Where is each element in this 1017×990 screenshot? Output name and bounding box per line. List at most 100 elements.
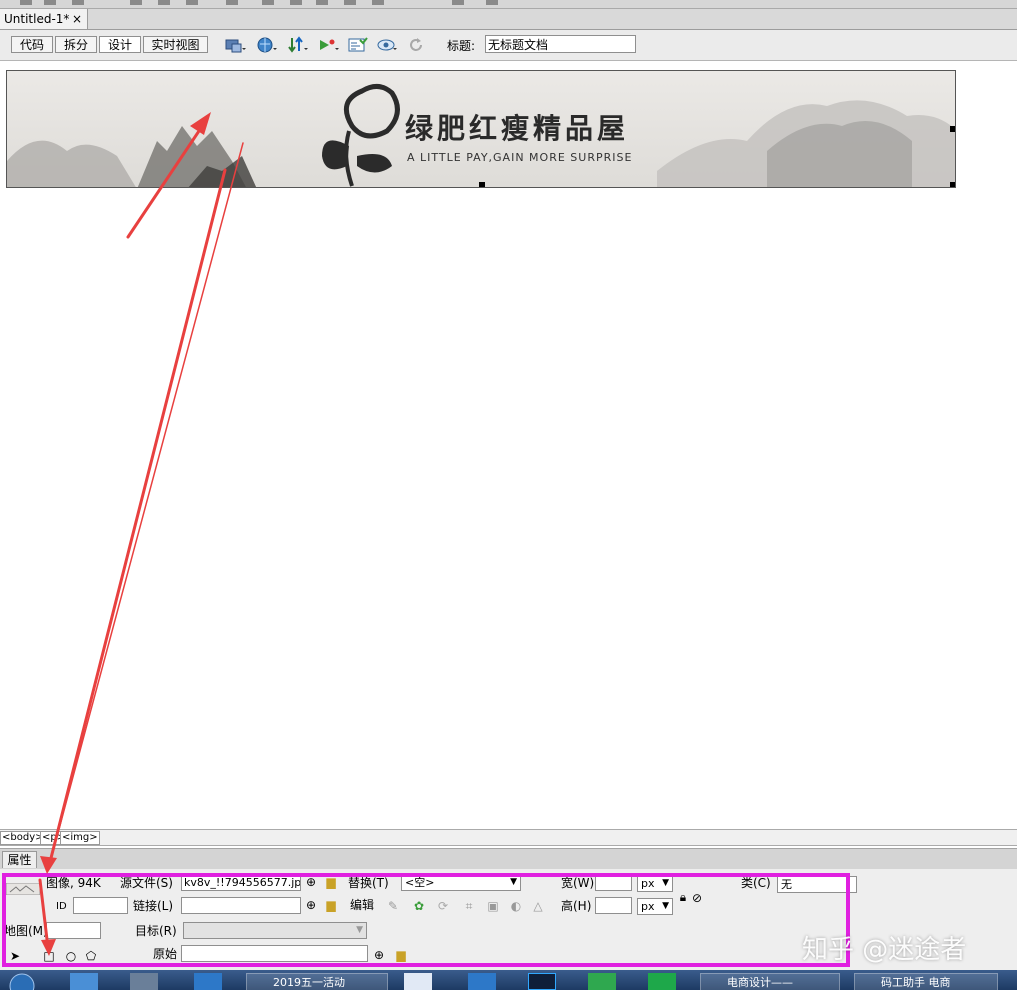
live-view-button[interactable]: 实时视图	[143, 36, 208, 53]
toolbar-icon[interactable]	[344, 0, 356, 5]
document-title-input[interactable]: 无标题文档	[485, 35, 636, 53]
browser-preview-icon[interactable]	[256, 36, 278, 54]
app-icon[interactable]	[404, 973, 432, 990]
link-label: 链接(L)	[133, 899, 174, 913]
properties-panel-header: 属性	[0, 848, 1017, 869]
id-input[interactable]	[73, 897, 128, 914]
taskbar-item-activity[interactable]: 2019五一活动	[246, 973, 388, 990]
polygon-hotspot-icon[interactable]: ⬠	[84, 949, 98, 963]
folder-icon[interactable]: ▆	[324, 898, 338, 912]
preview-eye-icon[interactable]	[376, 36, 398, 54]
width-unit-select[interactable]: px ▼	[637, 875, 673, 892]
document-title-label: 标题:	[447, 39, 476, 53]
document-tab[interactable]: Untitled-1* ×	[0, 9, 88, 29]
pencil-icon[interactable]: ✎	[386, 899, 400, 913]
rect-hotspot-icon[interactable]: □	[42, 949, 56, 963]
lock-icon[interactable]: 🔒︎	[676, 890, 690, 904]
reset-size-icon[interactable]: ⊘	[690, 891, 704, 905]
crop-icon[interactable]: ⌗	[462, 899, 476, 913]
toolbar-icon[interactable]	[486, 0, 498, 5]
document-tab-title: Untitled-1*	[4, 12, 70, 26]
resize-handle[interactable]	[950, 182, 955, 187]
toolbar-icon[interactable]	[158, 0, 170, 5]
tag-crumb-body[interactable]: <body>	[0, 831, 46, 845]
toolbar-icon[interactable]	[130, 0, 142, 5]
multiscreen-icon[interactable]	[224, 36, 246, 54]
folder-icon[interactable]: ▆	[394, 948, 408, 962]
alt-select[interactable]: <空> ▼	[401, 874, 521, 891]
point-to-file-icon[interactable]: ⊕	[372, 948, 386, 962]
drive-app-icon[interactable]	[648, 973, 676, 990]
taskbar-item-assistant[interactable]: 码工助手 电商	[854, 973, 998, 990]
toolbar-icon[interactable]	[316, 0, 328, 5]
height-input[interactable]	[595, 897, 632, 914]
folder-icon[interactable]: ▆	[324, 875, 338, 889]
class-select[interactable]: 无	[777, 876, 857, 893]
close-icon[interactable]: ×	[72, 9, 82, 29]
link-input[interactable]	[181, 897, 301, 914]
brightness-icon[interactable]: ◐	[509, 899, 523, 913]
original-label: 原始	[153, 947, 178, 961]
toolbar-icon[interactable]	[290, 0, 302, 5]
image-thumbnail	[6, 883, 40, 895]
resample-icon[interactable]: ▣	[486, 899, 500, 913]
image-info: 图像, 94K	[46, 876, 101, 890]
toolbar-icon[interactable]	[44, 0, 56, 5]
document-tab-bar: Untitled-1* ×	[0, 9, 1017, 30]
map-input[interactable]	[46, 922, 101, 939]
code-view-button[interactable]: 代码	[11, 36, 53, 53]
toolbar-icon[interactable]	[72, 0, 84, 5]
design-view-canvas[interactable]: 绿肥红瘦精品屋 A LITTLE PAY,GAIN MORE SURPRISE	[0, 61, 1017, 829]
ie-browser-icon[interactable]	[194, 973, 222, 990]
toolbar-icon[interactable]	[372, 0, 384, 5]
refresh-icon[interactable]	[406, 36, 428, 54]
toolbar-icon[interactable]	[262, 0, 274, 5]
banner-subtitle: A LITTLE PAY,GAIN MORE SURPRISE	[407, 151, 633, 164]
point-to-file-icon[interactable]: ⊕	[304, 898, 318, 912]
alt-label: 替换(T)	[348, 876, 389, 890]
width-input[interactable]	[595, 874, 632, 891]
toolbar-icon[interactable]	[452, 0, 464, 5]
update-icon[interactable]: ⟳	[436, 899, 450, 913]
width-unit-value: px	[641, 877, 655, 890]
tag-selector-bar: <body> <p> <img>	[0, 829, 1017, 846]
design-view-button[interactable]: 设计	[99, 36, 141, 53]
top-toolbar-strip	[0, 0, 1017, 9]
banner-title: 绿肥红瘦精品屋	[405, 112, 630, 145]
edit-label: 编辑	[350, 898, 375, 912]
source-file-input[interactable]: kv8v_!!794556577.jpg	[181, 874, 301, 891]
properties-tab[interactable]: 属性	[2, 851, 37, 868]
file-transfer-icon[interactable]	[287, 36, 309, 54]
width-label: 宽(W)	[561, 876, 595, 890]
banner-image[interactable]: 绿肥红瘦精品屋 A LITTLE PAY,GAIN MORE SURPRISE	[6, 70, 956, 188]
resize-handle[interactable]	[950, 126, 955, 132]
debug-icon[interactable]	[318, 36, 340, 54]
split-view-button[interactable]: 拆分	[55, 36, 97, 53]
windows-start-icon[interactable]	[4, 972, 40, 990]
taskbar-item-ecommerce[interactable]: 电商设计——	[700, 973, 840, 990]
visual-aids-icon[interactable]	[347, 36, 369, 54]
class-label: 类(C)	[741, 876, 771, 890]
source-label: 源文件(S)	[120, 876, 173, 890]
sharpen-icon[interactable]: △	[531, 899, 545, 913]
original-input[interactable]	[181, 945, 368, 962]
explorer-app-icon[interactable]	[130, 973, 158, 990]
circle-hotspot-icon[interactable]: ○	[64, 949, 78, 963]
target-select[interactable]: ▼	[183, 922, 367, 939]
resize-handle[interactable]	[479, 182, 485, 187]
pointer-hotspot-icon[interactable]: ➤	[8, 949, 22, 963]
target-label: 目标(R)	[135, 924, 177, 938]
toolbar-icon[interactable]	[186, 0, 198, 5]
height-unit-select[interactable]: px ▼	[637, 898, 673, 915]
ie-browser-icon[interactable]	[468, 973, 496, 990]
point-to-file-icon[interactable]: ⊕	[304, 875, 318, 889]
toolbar-icon[interactable]	[226, 0, 238, 5]
iqiyi-icon[interactable]	[588, 973, 616, 990]
optimize-icon[interactable]: ✿	[412, 899, 426, 913]
toolbar-icon[interactable]	[20, 0, 32, 5]
chevron-down-icon: ▼	[662, 901, 669, 911]
tag-crumb-img[interactable]: <img>	[60, 831, 100, 845]
photoshop-icon[interactable]	[528, 973, 556, 990]
desktop-app-icon[interactable]	[70, 973, 98, 990]
class-value: 无	[781, 878, 792, 891]
